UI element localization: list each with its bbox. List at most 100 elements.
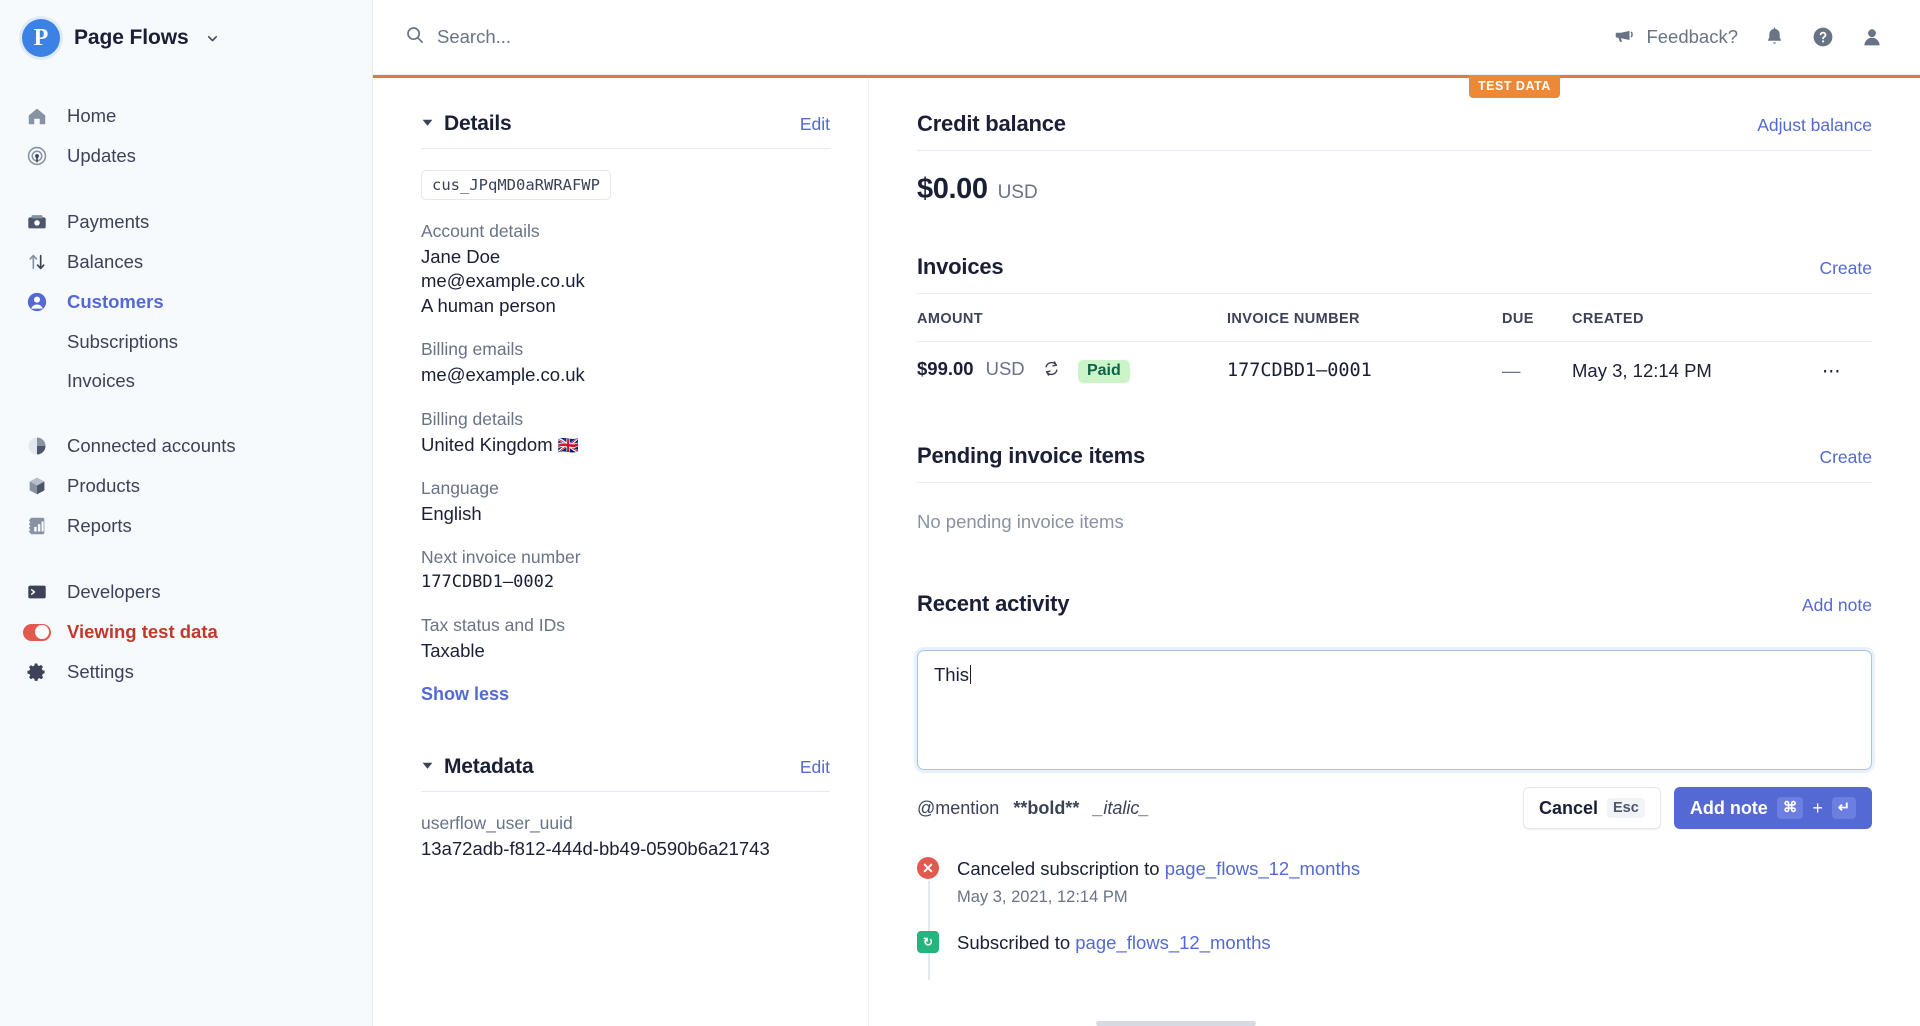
sidebar-item-label: Products <box>67 475 141 496</box>
canceled-icon: ✕ <box>917 857 939 880</box>
note-textarea[interactable]: This <box>917 650 1872 770</box>
nav-group-system: Developers Viewing test data Settings <box>0 572 372 692</box>
cell-amount: $99.00 USD Paid <box>917 342 1227 400</box>
sidebar-item-balances[interactable]: Balances <box>0 242 372 282</box>
brand-switcher[interactable]: P Page Flows <box>0 0 372 76</box>
activity-text: Subscribed to page_flows_12_months <box>957 931 1271 956</box>
cancel-label: Cancel <box>1538 797 1599 818</box>
sidebar-item-label: Customers <box>67 291 164 312</box>
search-placeholder: Search... <box>437 26 512 47</box>
add-note-button[interactable]: Add note ⌘ + ↵ <box>1673 787 1872 830</box>
sidebar-item-reports[interactable]: Reports <box>0 506 372 546</box>
search-input[interactable]: Search... <box>405 25 511 50</box>
sidebar-item-settings[interactable]: Settings <box>0 652 372 692</box>
pending-invoice-items-panel: Pending invoice items Create No pending … <box>917 443 1872 585</box>
field-value: United Kingdom <box>421 433 553 455</box>
main-area: Search... Feedback? TEST DATA Details Ed… <box>373 0 1920 1026</box>
activity-item: ✕ Canceled subscription to page_flows_12… <box>917 857 1872 931</box>
sidebar-item-payments[interactable]: Payments <box>0 202 372 242</box>
sidebar-item-label: Viewing test data <box>67 621 218 642</box>
credit-balance-title: Credit balance <box>917 111 1066 136</box>
credit-balance-amount: $0.00 <box>917 173 988 205</box>
hint-mention: @mention <box>917 797 1000 818</box>
activity-body: Subscribed to page_flows_12_months <box>957 931 1271 956</box>
sidebar-item-invoices[interactable]: Invoices <box>0 361 372 400</box>
chevron-down-icon[interactable] <box>421 116 434 132</box>
gear-icon <box>25 661 48 684</box>
overview-column: Credit balance Adjust balance $0.00 USD … <box>869 78 1920 1026</box>
horizontal-scrollbar[interactable] <box>1096 1021 1256 1026</box>
composer-buttons: Cancel Esc Add note ⌘ + ↵ <box>1522 787 1872 830</box>
chevron-down-icon[interactable] <box>205 31 220 46</box>
test-mode-bar <box>373 75 1920 78</box>
field-value: me@example.co.uk <box>421 364 585 386</box>
metadata-edit-link[interactable]: Edit <box>800 757 830 778</box>
sidebar-item-updates[interactable]: Updates <box>0 136 372 176</box>
metadata-section: Metadata Edit userflow_user_uuid 13a72ad… <box>421 755 830 861</box>
metadata-title: Metadata <box>444 755 534 779</box>
status-badge: Paid <box>1077 360 1130 383</box>
chevron-down-icon[interactable] <box>421 759 434 775</box>
column-header-due[interactable]: DUE <box>1502 294 1572 342</box>
activity-timestamp: May 3, 2021, 12:14 PM <box>957 888 1128 907</box>
pending-items-create-link[interactable]: Create <box>1819 447 1872 468</box>
sidebar-item-connected-accounts[interactable]: Connected accounts <box>0 426 372 466</box>
developers-icon <box>25 581 48 604</box>
sidebar-item-home[interactable]: Home <box>0 96 372 136</box>
test-data-badge: TEST DATA <box>1469 75 1560 98</box>
text-cursor <box>969 665 972 684</box>
brand-name: Page Flows <box>74 26 189 49</box>
recent-activity-header: Recent activity Add note <box>917 591 1872 630</box>
add-note-link[interactable]: Add note <box>1802 595 1872 616</box>
nav-group-primary: Home Updates <box>0 96 372 176</box>
sidebar-item-developers[interactable]: Developers <box>0 572 372 612</box>
cancel-button[interactable]: Cancel Esc <box>1522 787 1661 830</box>
invoices-create-link[interactable]: Create <box>1819 258 1872 279</box>
nav-group-catalog: Connected accounts Products Reports <box>0 426 372 546</box>
show-less-link[interactable]: Show less <box>421 684 830 705</box>
note-text-value: This <box>934 664 969 685</box>
field-language: Language English <box>421 478 830 526</box>
customer-id-chip[interactable]: cus_JPqMD0aRWRAFWP <box>421 170 611 200</box>
help-icon[interactable] <box>1811 25 1835 49</box>
pending-items-empty-text: No pending invoice items <box>917 511 1124 532</box>
table-row[interactable]: $99.00 USD Paid 177CDBD1–0001 — May 3, 12… <box>917 342 1872 400</box>
field-value: Jane Doe <box>421 246 501 267</box>
invoice-amount: $99.00 <box>917 358 974 379</box>
hint-italic: _italic_ <box>1093 797 1150 818</box>
account-icon[interactable] <box>1860 25 1884 49</box>
sidebar-item-subscriptions[interactable]: Subscriptions <box>0 322 372 361</box>
activity-link[interactable]: page_flows_12_months <box>1075 932 1270 953</box>
activity-feed: ✕ Canceled subscription to page_flows_12… <box>917 857 1872 981</box>
table-header-row: AMOUNT INVOICE NUMBER DUE CREATED <box>917 294 1872 342</box>
details-edit-link[interactable]: Edit <box>800 114 830 135</box>
sidebar-item-viewing-test-data[interactable]: Viewing test data <box>0 612 372 652</box>
sidebar-subitem-label: Invoices <box>67 369 135 391</box>
field-billing-details: Billing details United Kingdom 🇬🇧 <box>421 409 830 457</box>
field-label: Billing emails <box>421 339 524 360</box>
activity-text-prefix: Canceled subscription to <box>957 858 1165 880</box>
overflow-menu-icon[interactable]: ⋯ <box>1822 342 1872 400</box>
details-column: Details Edit cus_JPqMD0aRWRAFWP Account … <box>373 78 869 1026</box>
sidebar-item-products[interactable]: Products <box>0 466 372 506</box>
column-header-amount[interactable]: AMOUNT <box>917 294 1227 342</box>
activity-item: ↻ Subscribed to page_flows_12_months <box>917 931 1872 980</box>
brand-logo-icon: P <box>22 19 60 57</box>
sidebar-item-customers[interactable]: Customers <box>0 282 372 322</box>
megaphone-icon <box>1613 24 1635 51</box>
toggle-on-icon[interactable] <box>22 621 51 644</box>
feedback-button[interactable]: Feedback? <box>1613 24 1738 51</box>
composer-footer: @mention **bold** _italic_ Cancel Esc Ad… <box>917 787 1872 830</box>
activity-link[interactable]: page_flows_12_months <box>1165 858 1360 879</box>
adjust-balance-link[interactable]: Adjust balance <box>1757 115 1872 136</box>
credit-balance-value: $0.00 USD <box>917 151 1872 248</box>
topbar-actions: Feedback? <box>1613 24 1884 51</box>
cell-invoice-number: 177CDBD1–0001 <box>1227 360 1372 381</box>
column-header-invoice-number[interactable]: INVOICE NUMBER <box>1227 294 1502 342</box>
plus-sign: + <box>1812 797 1823 818</box>
search-icon <box>405 25 425 50</box>
bell-icon[interactable] <box>1763 26 1786 49</box>
column-header-created[interactable]: CREATED <box>1572 294 1822 342</box>
field-value: 177CDBD1–0002 <box>421 572 555 593</box>
field-value: me@example.co.uk <box>421 270 585 292</box>
